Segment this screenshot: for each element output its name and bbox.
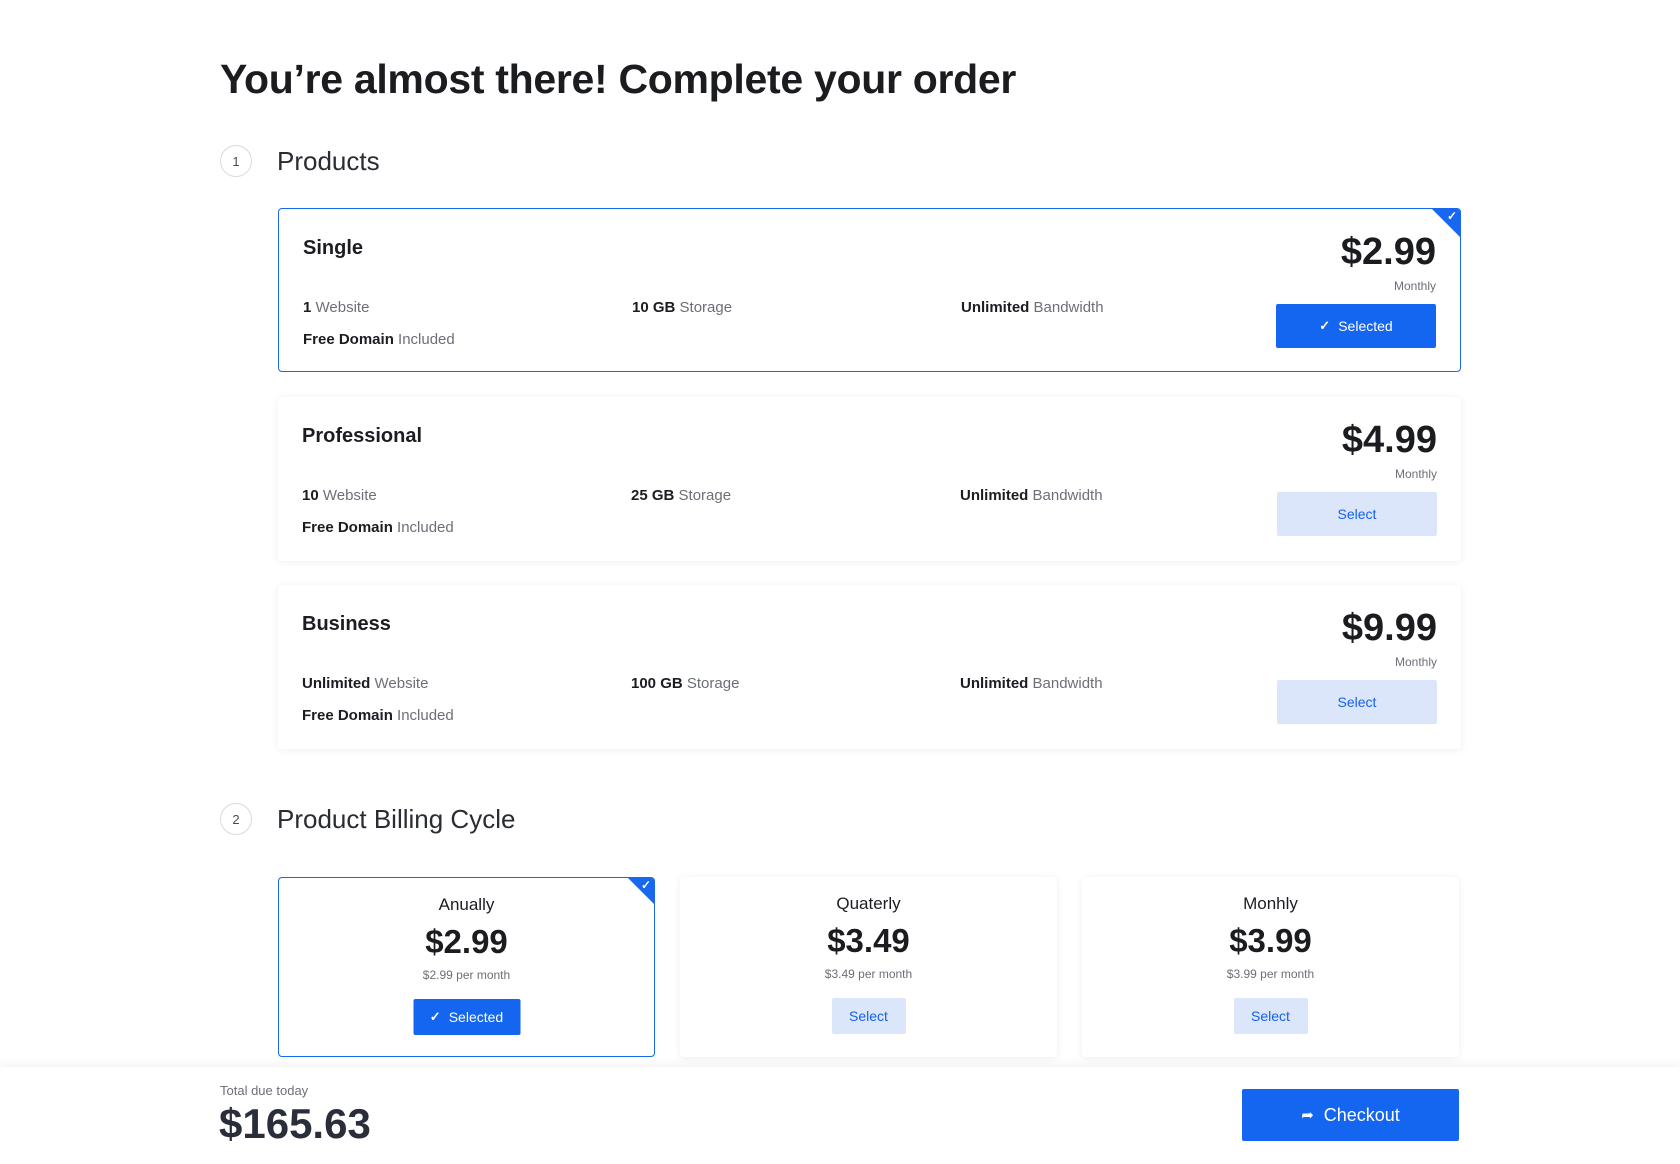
plan-name: Single [303,237,364,259]
cycle-name: Quaterly [836,894,901,913]
step-products: 1 Products [220,143,380,179]
checkout-label: Checkout [1323,1104,1400,1125]
total-label: Total due today [220,1083,309,1098]
plan-period: Monthly [1393,279,1436,293]
cycle-select-button[interactable]: Select [1233,998,1308,1034]
billing-cycle-monthly[interactable]: Monhly $3.99 $3.99 per month Select [1082,877,1459,1057]
cycle-name: Monhly [1243,894,1298,913]
cycle-per-month: $2.99 per month [422,968,511,982]
cycle-price: $2.99 [425,923,508,960]
cycle-per-month: $3.49 per month [824,967,913,981]
step-number: 1 [220,145,252,177]
plan-feature-websites: Unlimited Website [302,675,429,692]
plan-select-button[interactable]: Select [1277,492,1437,536]
plan-selected-button[interactable]: ✓ Selected [1276,304,1436,348]
button-label: Selected [1338,318,1393,334]
plan-name: Business [302,613,391,635]
button-label: Selected [448,1009,504,1025]
plan-feature-bandwidth: Unlimited Bandwidth [960,675,1103,692]
step-number: 2 [220,803,252,835]
plan-feature-websites: 10 Website [302,487,377,504]
plan-feature-storage: 10 GB Storage [632,299,733,316]
cycle-name: Anually [438,895,495,914]
cycle-select-button[interactable]: Select [831,998,906,1034]
billing-cycle-annually[interactable]: ✓ Anually $2.99 $2.99 per month ✓ Select… [278,877,655,1057]
plan-feature-domain: Free Domain Included [303,331,455,348]
plan-card-business[interactable]: Business Unlimited Website 100 GB Storag… [278,585,1461,749]
checkout-button[interactable]: ➦ Checkout [1242,1089,1459,1141]
plan-card-professional[interactable]: Professional 10 Website 25 GB Storage Un… [278,397,1461,561]
plan-card-single[interactable]: ✓ Single 1 Website 10 GB Storage Unlimit… [278,208,1461,372]
plan-feature-storage: 25 GB Storage [631,487,732,504]
cycle-price: $3.49 [827,922,910,959]
plan-price: $2.99 [1340,231,1436,273]
step-title: Product Billing Cycle [277,803,516,834]
plan-feature-bandwidth: Unlimited Bandwidth [960,487,1103,504]
plan-select-button[interactable]: Select [1277,680,1437,724]
cycle-per-month: $3.99 per month [1226,967,1315,981]
billing-cycle-quarterly[interactable]: Quaterly $3.49 $3.49 per month Select [680,877,1057,1057]
cycle-price: $3.99 [1229,922,1312,959]
check-icon: ✓ [1446,209,1457,223]
check-icon: ✓ [1319,318,1331,333]
cycle-selected-button[interactable]: ✓ Selected [413,999,520,1035]
check-icon: ✓ [640,878,651,892]
plan-feature-domain: Free Domain Included [302,707,454,724]
check-icon: ✓ [429,1009,441,1024]
arrow-right-icon: ➦ [1301,1107,1314,1124]
plan-feature-websites: 1 Website [303,299,370,316]
step-title: Products [277,145,380,176]
plan-feature-bandwidth: Unlimited Bandwidth [961,299,1104,316]
step-billing-cycle: 2 Product Billing Cycle [220,801,515,837]
plan-price: $9.99 [1341,607,1437,649]
checkout-footer: Total due today $165.63 ➦ Checkout [0,1067,1680,1164]
plan-name: Professional [302,425,423,447]
plan-period: Monthly [1394,467,1437,481]
plan-price: $4.99 [1341,419,1437,461]
plan-period: Monthly [1394,655,1437,669]
page-title: You’re almost there! Complete your order [220,56,1017,102]
plan-feature-storage: 100 GB Storage [631,675,740,692]
total-value: $165.63 [219,1100,371,1147]
plan-feature-domain: Free Domain Included [302,519,454,536]
